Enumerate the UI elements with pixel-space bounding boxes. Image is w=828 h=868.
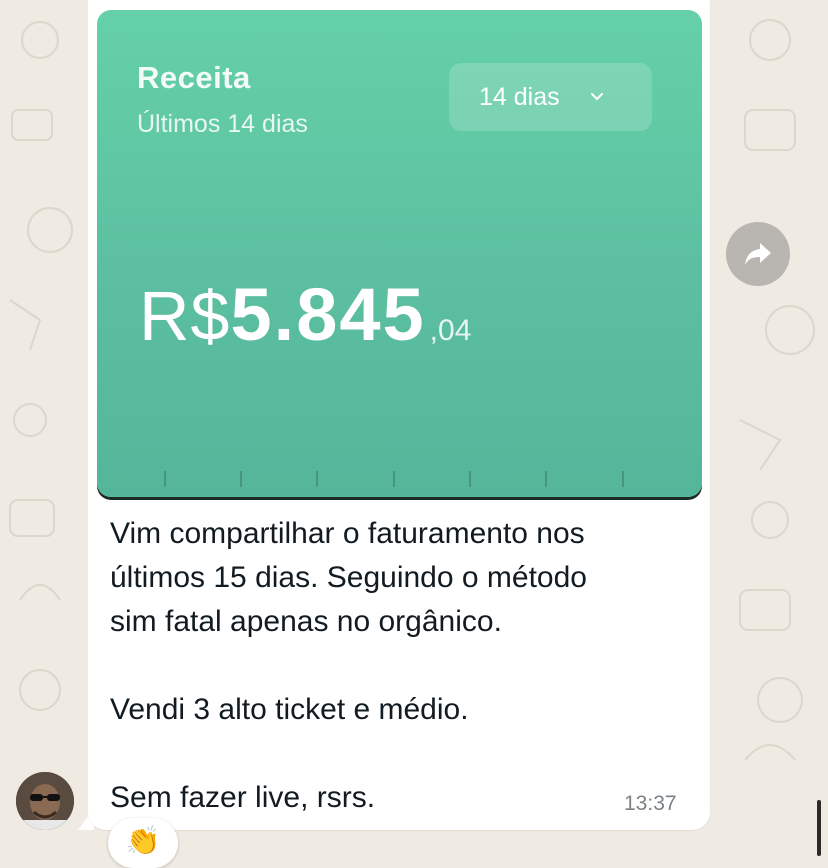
message-timestamp: 13:37 <box>624 792 677 815</box>
forward-arrow-icon <box>745 243 771 265</box>
period-label: 14 dias <box>479 82 560 111</box>
message-line: Sem fazer live, rsrs. <box>110 781 376 814</box>
message-text: Vim compartilhar o faturamento nos últim… <box>110 512 690 820</box>
amount-cents: ,04 <box>429 314 472 347</box>
currency-symbol: R$ <box>139 277 231 355</box>
chevron-down-icon <box>590 93 603 101</box>
chart-axis-ticks <box>164 471 624 487</box>
revenue-amount: R$ 5.845 ,04 <box>139 278 471 352</box>
message-line: Vendi 3 alto ticket e médio. <box>110 693 469 726</box>
amount-integer: 5.845 <box>230 273 426 356</box>
scroll-indicator[interactable] <box>817 800 821 856</box>
revenue-image-card[interactable]: Receita Últimos 14 dias 14 dias R$ 5.845… <box>97 10 702 497</box>
message-line: Vim compartilhar o faturamento nos <box>110 517 585 550</box>
card-title: Receita <box>137 60 251 95</box>
period-dropdown[interactable]: 14 dias <box>449 63 652 131</box>
clap-emoji: 👏 <box>125 825 161 856</box>
card-subtitle: Últimos 14 dias <box>137 110 308 138</box>
message-line: sim fatal apenas no orgânico. <box>110 605 502 638</box>
sender-avatar[interactable] <box>16 772 74 830</box>
reaction-badge[interactable]: 👏 <box>108 818 178 868</box>
forward-button[interactable] <box>726 222 790 286</box>
message-line: últimos 15 dias. Seguindo o método <box>110 561 587 594</box>
